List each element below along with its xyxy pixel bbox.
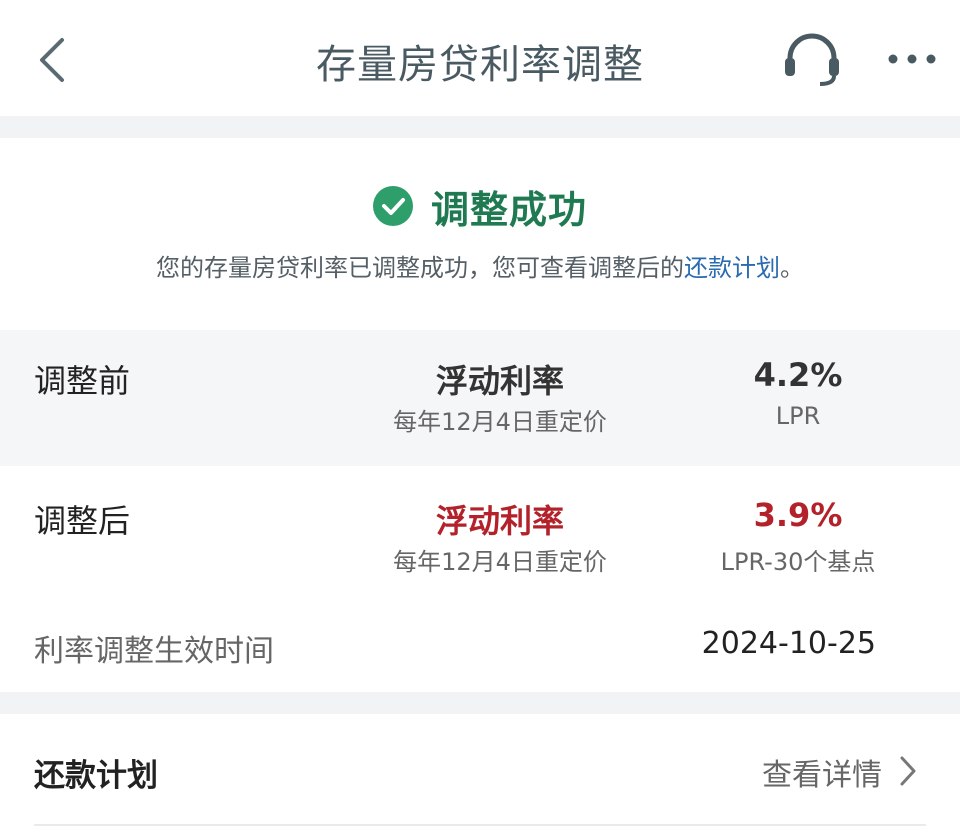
after-rate-value: 3.9% <box>753 496 843 534</box>
after-rate-basis: LPR-30个基点 <box>720 548 876 576</box>
before-rate-type-note: 每年12月4日重定价 <box>393 408 607 436</box>
effective-date-row: 利率调整生效时间 2024-10-25 <box>0 596 960 692</box>
after-rate-type: 浮动利率 <box>435 502 564 540</box>
before-rate-value: 4.2% <box>753 356 843 394</box>
section-divider <box>0 692 960 714</box>
effective-date-value: 2024-10-25 <box>701 626 876 661</box>
status-text: 调整成功 <box>430 187 587 232</box>
effective-date-label: 利率调整生效时间 <box>34 634 274 669</box>
after-adjustment-row: 调整后 浮动利率 每年12月4日重定价 3.9% LPR-30个基点 <box>0 466 960 596</box>
before-rate-type: 浮动利率 <box>435 362 564 400</box>
divider <box>34 824 926 826</box>
section-divider <box>0 116 960 138</box>
headset-icon[interactable] <box>780 30 844 88</box>
repayment-plan-link[interactable]: 还款计划 <box>684 254 780 282</box>
repayment-plan-row[interactable]: 还款计划 查看详情 <box>0 714 960 832</box>
result-section: 调整成功 您的存量房贷利率已调整成功，您可查看调整后的还款计划。 <box>0 138 960 330</box>
top-nav-bar: 存量房贷利率调整 <box>0 0 960 116</box>
before-rate-basis: LPR <box>775 402 821 430</box>
check-circle-icon <box>372 186 413 226</box>
description-text: 您的存量房贷利率已调整成功，您可查看调整后的 <box>156 254 684 282</box>
chevron-right-icon[interactable] <box>896 754 920 788</box>
status-row: 调整成功 <box>0 178 960 234</box>
description-suffix: 。 <box>780 254 804 282</box>
repayment-plan-label: 还款计划 <box>34 758 158 794</box>
after-rate-type-note: 每年12月4日重定价 <box>393 548 607 576</box>
after-label: 调整后 <box>34 502 131 540</box>
more-dots-icon[interactable] <box>884 44 940 74</box>
view-details-link[interactable]: 查看详情 <box>762 750 882 794</box>
before-adjustment-row: 调整前 浮动利率 每年12月4日重定价 4.2% LPR <box>0 330 960 466</box>
before-label: 调整前 <box>34 362 131 400</box>
result-description: 您的存量房贷利率已调整成功，您可查看调整后的还款计划。 <box>0 248 960 283</box>
